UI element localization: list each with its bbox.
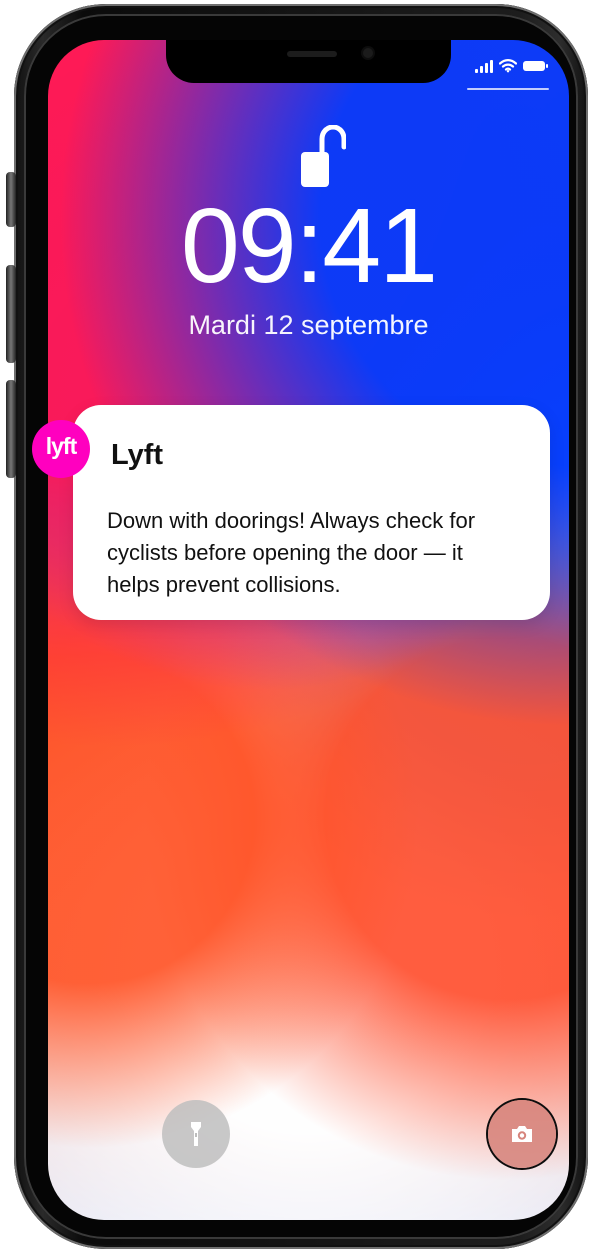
lyft-app-icon: lyft (32, 420, 90, 478)
lock-screen-time: 09:41 (180, 187, 438, 305)
wifi-icon (499, 59, 517, 73)
speaker-grille (287, 51, 337, 57)
notification-message: Down with doorings! Always check for cyc… (107, 508, 476, 597)
volume-up-button (6, 265, 16, 363)
notch (166, 40, 451, 83)
signal-bar (490, 60, 493, 73)
status-bar (475, 57, 551, 77)
lyft-app-icon-text: lyft (45, 433, 78, 459)
flashlight-button[interactable] (162, 1100, 230, 1168)
signal-bar (485, 63, 488, 73)
front-camera-icon (363, 48, 373, 58)
unlocked-padlock-icon (301, 125, 346, 187)
flashlight-icon (191, 1122, 201, 1146)
notification-app-name: Lyft (111, 439, 164, 471)
control-center-indicator (467, 88, 549, 90)
camera-button[interactable] (488, 1100, 556, 1168)
signal-bar (475, 69, 478, 73)
silent-switch (6, 172, 16, 227)
battery-icon (523, 61, 548, 71)
lock-screen: 09:41 Mardi 12 septembre (48, 40, 569, 1220)
signal-icon (475, 59, 493, 73)
signal-bar (480, 66, 483, 73)
volume-down-button (6, 380, 16, 478)
camera-icon (512, 1126, 532, 1142)
lock-screen-date: Mardi 12 septembre (188, 310, 429, 340)
